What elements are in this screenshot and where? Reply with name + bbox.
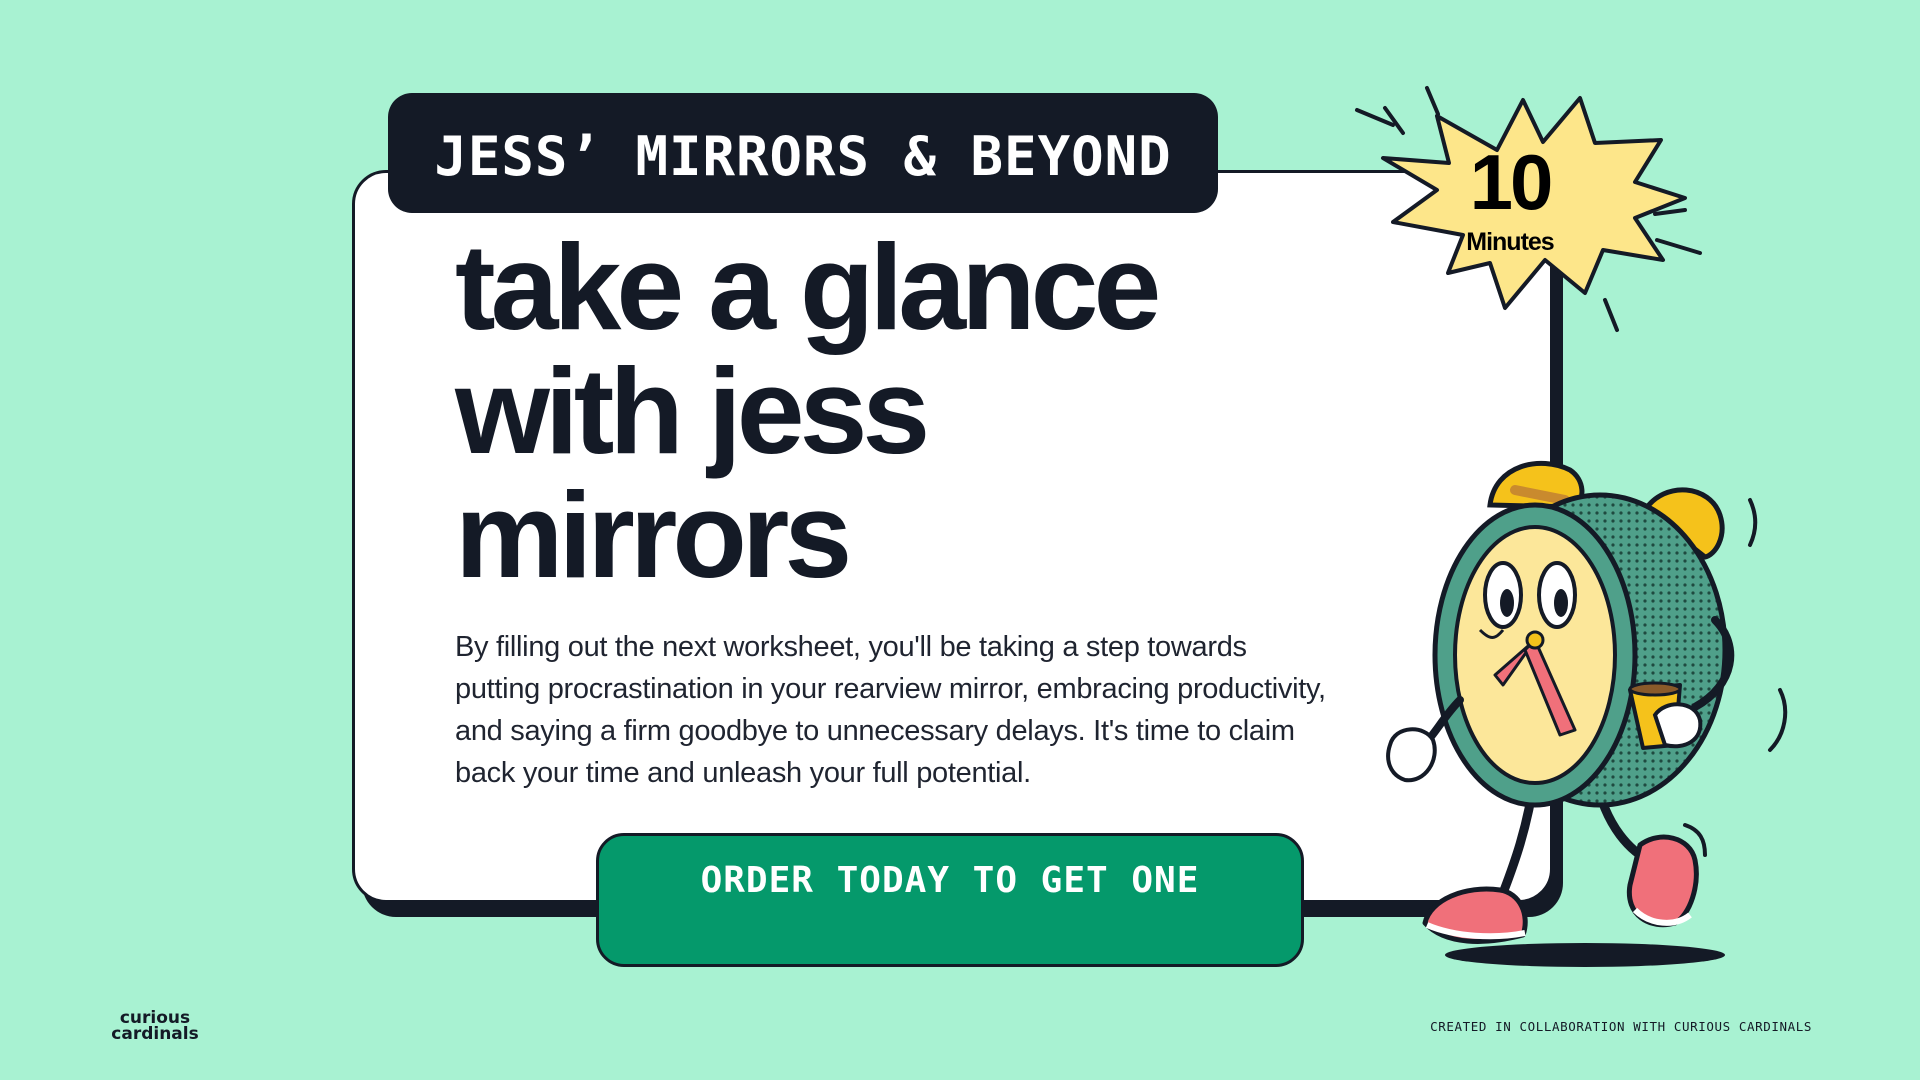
page-title: take a glance with jess mirrors — [455, 219, 1161, 603]
badge-label: Minutes — [1466, 228, 1554, 256]
brand-title: JESS’ MIRRORS & BEYOND — [388, 93, 1218, 213]
logo-line-2: cardinals — [111, 1024, 199, 1044]
order-button[interactable]: ORDER TODAY TO GET ONE — [596, 833, 1304, 967]
alarm-clock-mascot-icon — [1386, 460, 1788, 967]
body-text: By filling out the next worksheet, you'l… — [455, 631, 1326, 789]
footer-credit: CREATED IN COLLABORATION WITH CURIOUS CA… — [1430, 1019, 1812, 1034]
badge-number: 10 — [1469, 138, 1554, 226]
curious-cardinals-logo: curious cardinals — [105, 1010, 205, 1044]
